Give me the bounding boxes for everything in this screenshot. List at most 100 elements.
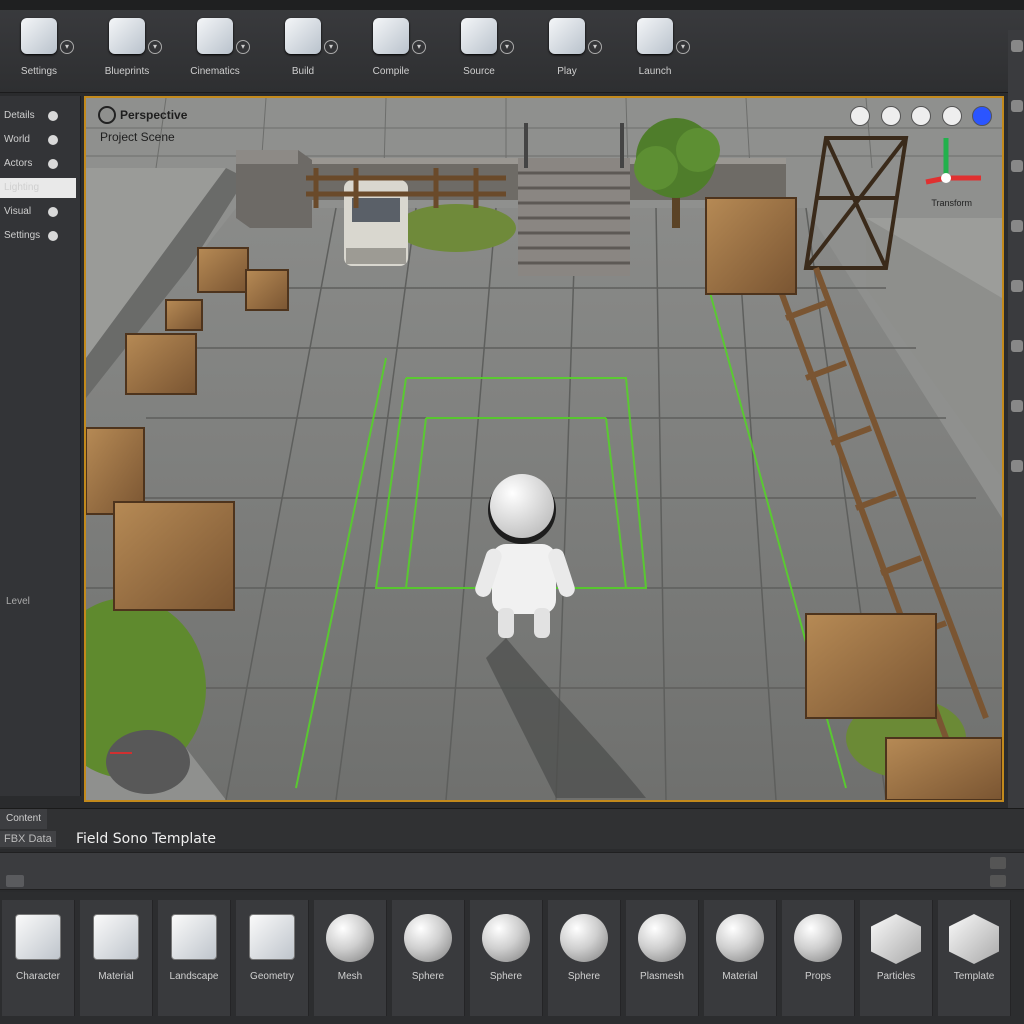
asset-tile[interactable]: Sphere (548, 900, 621, 1016)
asset-tile[interactable]: Props (782, 900, 855, 1016)
asset-tile[interactable]: Mesh (314, 900, 387, 1016)
dropdown-icon[interactable]: ▾ (676, 40, 690, 54)
launch-icon (637, 18, 673, 54)
left-panel-row[interactable]: Lighting (0, 178, 76, 198)
toolbar-label: Settings (20, 66, 58, 77)
viewport-show-icon[interactable] (880, 106, 901, 126)
right-tool-button[interactable] (1011, 400, 1023, 412)
asset-tile[interactable]: Character (2, 900, 75, 1016)
asset-tile[interactable]: Template (938, 900, 1011, 1016)
viewport-camera-icon[interactable] (941, 106, 962, 126)
asset-name: Particles (876, 971, 916, 982)
viewport-snap-icon[interactable] (911, 106, 932, 126)
asset-tile[interactable]: Geometry (236, 900, 309, 1016)
dropdown-icon[interactable]: ▾ (500, 40, 514, 54)
viewport-controls (844, 106, 992, 128)
asset-name: Props (804, 971, 832, 982)
gizmo-label: Transform (931, 198, 972, 208)
left-panel-row[interactable]: Visual (0, 202, 76, 222)
sphere-asset-icon (716, 914, 764, 962)
content-browser-toolbar (0, 852, 1024, 890)
right-tool-button[interactable] (1011, 100, 1023, 112)
asset-name: Sphere (489, 971, 523, 982)
dropdown-icon[interactable]: ▾ (236, 40, 250, 54)
level-viewport[interactable]: Perspective Project Scene Transform (84, 96, 1004, 802)
dropdown-icon[interactable]: ▾ (324, 40, 338, 54)
dropdown-icon[interactable]: ▾ (588, 40, 602, 54)
right-toolstrip (1008, 30, 1024, 810)
view-options-icon[interactable] (990, 875, 1006, 887)
asset-name: Mesh (337, 971, 363, 982)
asset-name: Template (953, 971, 995, 982)
toggle-dot-icon[interactable] (48, 111, 58, 121)
asset-tile[interactable]: Sphere (392, 900, 465, 1016)
compile-icon (373, 18, 409, 54)
scene-render[interactable] (86, 98, 1002, 800)
asset-name: Plasmesh (640, 971, 684, 982)
left-panel-row[interactable]: World (0, 130, 76, 150)
content-browser-grid: Character Material Landscape Geometry Mesh Sp… (0, 892, 1024, 1024)
hex-asset-icon (949, 914, 999, 964)
right-tool-button[interactable] (1011, 460, 1023, 472)
dropdown-icon[interactable]: ▾ (412, 40, 426, 54)
asset-tile[interactable]: Landscape (158, 900, 231, 1016)
asset-tile[interactable]: Sphere (470, 900, 543, 1016)
left-panel-row-label: Actors (4, 158, 33, 169)
toolbar-button-3[interactable]: ▾ Build (264, 16, 342, 86)
viewport-settings-icon[interactable] (972, 106, 992, 126)
sphere-asset-icon (326, 914, 374, 962)
viewport-title: Perspective (120, 108, 188, 122)
content-tab[interactable]: Content (0, 809, 48, 829)
asset-tile[interactable]: Plasmesh (626, 900, 699, 1016)
blueprint-icon (109, 18, 145, 54)
sphere-asset-icon (794, 914, 842, 962)
settings-icon[interactable] (990, 857, 1006, 869)
toolbar-label: Blueprints (104, 66, 150, 77)
toolbar-button-5[interactable]: ▾ Source (440, 16, 518, 86)
toolbar-button-6[interactable]: ▾ Play (528, 16, 606, 86)
toolbar-button-4[interactable]: ▾ Compile (352, 16, 430, 86)
asset-tile[interactable]: Material (704, 900, 777, 1016)
left-panel-row[interactable]: Actors (0, 154, 76, 174)
viewport-lit-icon[interactable] (850, 106, 871, 126)
right-tool-button[interactable] (1011, 220, 1023, 232)
right-tool-button[interactable] (1011, 40, 1023, 52)
card-asset-icon (171, 914, 217, 960)
main-toolbar: ▾ Settings ▾ Blueprints ▾ Cinematics ▾ Build ▾ Co… (0, 0, 1024, 93)
left-panel-row-label: Details (4, 110, 35, 121)
sphere-asset-icon (560, 914, 608, 962)
collapse-button[interactable] (6, 875, 24, 887)
toolbar-label: Play (557, 66, 577, 77)
left-panel-row[interactable]: Details (0, 106, 76, 126)
toggle-dot-icon[interactable] (48, 207, 58, 217)
sphere-asset-icon (404, 914, 452, 962)
asset-name: Geometry (250, 971, 294, 982)
mode-icon (21, 18, 57, 54)
right-tool-button[interactable] (1011, 160, 1023, 172)
right-tool-button[interactable] (1011, 340, 1023, 352)
asset-tile[interactable]: Particles (860, 900, 933, 1016)
left-panel-row[interactable]: Settings (0, 226, 76, 246)
toolbar-button-1[interactable]: ▾ Blueprints (88, 16, 166, 86)
viewport-menu-icon[interactable] (98, 106, 116, 124)
sphere-asset-icon (638, 914, 686, 962)
toggle-dot-icon[interactable] (48, 231, 58, 241)
right-tool-button[interactable] (1011, 280, 1023, 292)
toolbar-label: Launch (638, 66, 672, 77)
build-icon (285, 18, 321, 54)
left-panel-row-label: World (4, 134, 30, 145)
toolbar-button-2[interactable]: ▾ Cinematics (176, 16, 254, 86)
toolbar-label: Compile (372, 66, 410, 77)
card-asset-icon (15, 914, 61, 960)
toolbar-button-7[interactable]: ▾ Launch (616, 16, 694, 86)
dropdown-icon[interactable]: ▾ (60, 40, 74, 54)
asset-name: Sphere (567, 971, 601, 982)
content-filter[interactable]: FBX Data (0, 831, 56, 847)
dropdown-icon[interactable]: ▾ (148, 40, 162, 54)
toggle-dot-icon[interactable] (48, 159, 58, 169)
viewport-header: Perspective Project Scene (98, 106, 188, 144)
viewport-subtitle: Project Scene (100, 130, 175, 144)
toggle-dot-icon[interactable] (48, 135, 58, 145)
asset-tile[interactable]: Material (80, 900, 153, 1016)
toolbar-button-0[interactable]: ▾ Settings (0, 16, 78, 86)
